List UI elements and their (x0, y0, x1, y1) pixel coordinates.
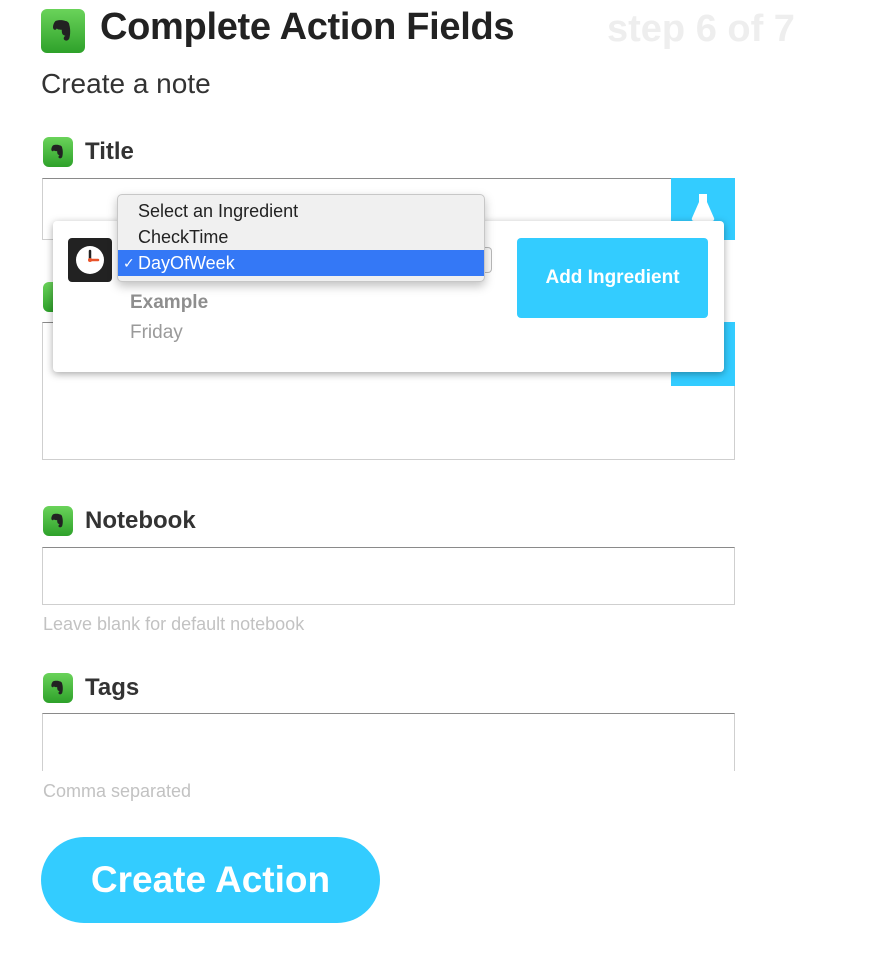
add-ingredient-button[interactable]: Add Ingredient (517, 238, 708, 318)
action-subtitle: Create a note (41, 68, 211, 99)
evernote-icon (43, 673, 73, 703)
tags-input[interactable] (42, 713, 735, 771)
dropdown-option[interactable]: CheckTime (118, 224, 484, 250)
dropdown-option-label: DayOfWeek (138, 253, 235, 273)
dropdown-option[interactable]: Select an Ingredient (118, 198, 484, 224)
flask-icon (691, 194, 715, 222)
clock-icon (68, 238, 112, 282)
notebook-helper-text: Leave blank for default notebook (43, 614, 305, 634)
step-indicator: step 6 of 7 (607, 8, 795, 50)
evernote-icon (41, 9, 85, 53)
ingredient-dropdown-menu[interactable]: Select an Ingredient CheckTime ✓ DayOfWe… (117, 194, 485, 282)
example-label: Example (130, 292, 209, 313)
checkmark-icon: ✓ (123, 255, 135, 271)
evernote-icon (43, 137, 73, 167)
notebook-input[interactable] (42, 547, 735, 605)
title-field-label: Title (85, 138, 134, 165)
dropdown-option-selected[interactable]: ✓ DayOfWeek (118, 250, 484, 276)
notebook-field-label: Notebook (85, 507, 196, 534)
create-action-button[interactable]: Create Action (41, 837, 380, 923)
evernote-icon (43, 506, 73, 536)
tags-field-label: Tags (85, 674, 140, 701)
example-value: Friday (130, 322, 183, 343)
tags-helper-text: Comma separated (43, 781, 192, 801)
page-title: Complete Action Fields (100, 6, 515, 48)
